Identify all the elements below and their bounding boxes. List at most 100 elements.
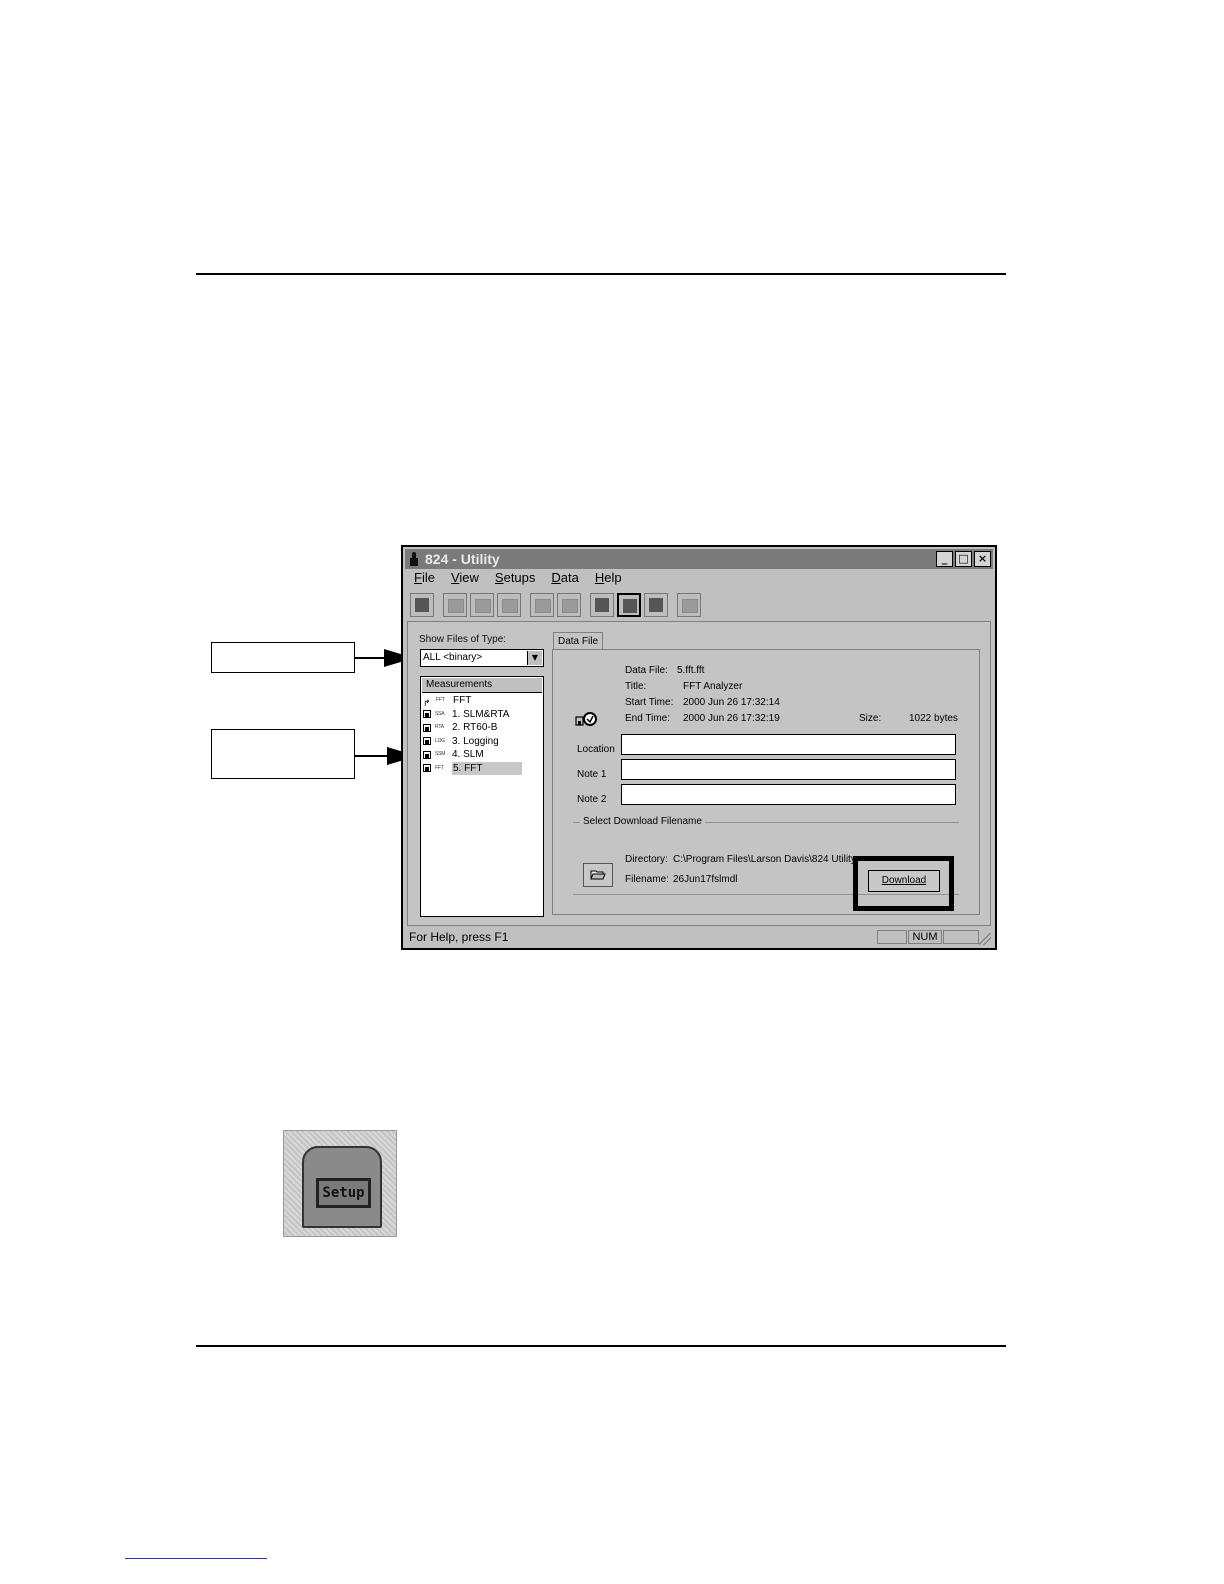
setup-icon: Setup — [283, 1130, 397, 1237]
end-time-label: End Time: — [625, 713, 671, 724]
list-item[interactable]: RTA 2. RT60-B — [421, 721, 543, 735]
menu-data[interactable]: Data — [550, 570, 579, 588]
list-item-label: 2. RT60-B — [452, 722, 498, 734]
list-item[interactable]: SSM 4. SLM — [421, 748, 543, 762]
toolbar — [410, 591, 704, 619]
title-bar[interactable]: 824 - Utility _ □ × — [405, 549, 993, 569]
client-area: Show Files of Type: ALL <binary> ▼ Measu… — [407, 621, 991, 926]
show-files-label: Show Files of Type: — [419, 634, 507, 645]
toolbar-button-6[interactable] — [557, 593, 581, 617]
meter-file-icon — [423, 737, 431, 746]
tab-data-file[interactable]: Data File — [553, 632, 603, 650]
callout-box-measurements — [211, 729, 355, 779]
file-tag: FFT — [436, 697, 445, 704]
measurements-list[interactable]: Measurements ↱ FFT FFT SSA 1. SLM&RTA RT… — [420, 676, 544, 917]
location-input[interactable] — [621, 734, 956, 755]
callout-arrow-measurements — [354, 755, 389, 757]
download-toolbar-button[interactable] — [617, 593, 641, 617]
toolbar-button-9[interactable] — [644, 593, 668, 617]
measurements-header[interactable]: Measurements — [422, 678, 542, 693]
window-title: 824 - Utility — [425, 551, 500, 567]
setup-icon-label: Setup — [316, 1178, 371, 1208]
header-rule — [196, 273, 1006, 275]
size-label: Size: — [859, 713, 882, 724]
footer-link-underline — [125, 1558, 267, 1559]
list-item-selected[interactable]: FFT 5. FFT — [421, 761, 543, 776]
browse-folder-button[interactable] — [583, 863, 613, 887]
location-label: Location — [577, 744, 615, 755]
toolbar-button-4[interactable] — [497, 593, 521, 617]
start-time-value: 2000 Jun 26 17:32:14 — [683, 697, 780, 708]
toolbar-button-10[interactable] — [677, 593, 701, 617]
toolbar-button-2[interactable] — [443, 593, 467, 617]
download-group-label: Select Download Filename — [580, 816, 705, 827]
meter-file-icon — [423, 710, 431, 719]
minimize-button[interactable]: _ — [936, 551, 953, 567]
end-time-value: 2000 Jun 26 17:32:19 — [683, 713, 780, 724]
menu-bar: File View Setups Data Help — [413, 570, 623, 588]
setup-icon-body: Setup — [302, 1146, 382, 1228]
footer-rule — [196, 1345, 1006, 1347]
dropdown-arrow-icon[interactable]: ▼ — [527, 651, 542, 665]
resize-grip-icon[interactable] — [979, 933, 991, 945]
file-tag: FFT — [435, 764, 444, 771]
connect-meter-button[interactable] — [410, 593, 434, 617]
list-item[interactable]: LOG 3. Logging — [421, 735, 543, 749]
note1-label: Note 1 — [577, 769, 607, 780]
list-item-label: 3. Logging — [452, 735, 499, 747]
start-time-label: Start Time: — [625, 697, 674, 708]
filename-label: Filename: — [625, 874, 669, 885]
arrow-curve-icon: ↱ — [423, 697, 431, 708]
file-type-select[interactable]: ALL <binary> ▼ — [420, 649, 544, 667]
menu-file[interactable]: File — [413, 570, 436, 588]
callout-box-file-type — [211, 642, 355, 673]
list-item[interactable]: ↱ FFT FFT — [421, 694, 543, 708]
download-button[interactable]: Download — [868, 870, 940, 892]
meter-file-icon — [423, 723, 431, 732]
title-label: Title: — [625, 681, 647, 692]
meter-file-icon — [423, 750, 431, 759]
data-file-panel: Data File: 5.fft.fft Title: FFT Analyzer… — [552, 649, 980, 915]
menu-view[interactable]: View — [450, 570, 480, 588]
toolbar-button-5[interactable] — [530, 593, 554, 617]
file-tag: RTA — [435, 724, 444, 731]
meter-app-icon — [409, 552, 419, 566]
menu-setups[interactable]: Setups — [494, 570, 536, 588]
file-tag: SSA — [435, 710, 445, 717]
list-item-label: FFT — [453, 695, 472, 707]
file-clock-icon — [575, 712, 597, 726]
size-value: 1022 bytes — [909, 713, 958, 724]
list-item-label: 4. SLM — [452, 749, 484, 761]
directory-value: C:\Program Files\Larson Davis\824 Utilit… — [673, 854, 856, 865]
note1-input[interactable] — [621, 759, 956, 780]
data-file-label: Data File: — [625, 665, 668, 676]
window-controls: _ □ × — [936, 551, 991, 567]
utility-window: 824 - Utility _ □ × File View Setups Dat… — [401, 545, 997, 950]
list-item-label: 1. SLM&RTA — [452, 708, 510, 720]
status-help-text: For Help, press F1 — [409, 930, 509, 944]
directory-label: Directory: — [625, 854, 668, 865]
title-value: FFT Analyzer — [683, 681, 743, 692]
setup-toolbar-button[interactable] — [590, 593, 614, 617]
meter-file-icon — [423, 764, 431, 773]
data-file-value: 5.fft.fft — [677, 665, 705, 676]
maximize-button[interactable]: □ — [955, 551, 972, 567]
status-pane-empty-2 — [943, 930, 979, 944]
toolbar-button-3[interactable] — [470, 593, 494, 617]
filename-value: 26Jun17fslmdl — [673, 874, 738, 885]
callout-arrow-file-type — [354, 657, 386, 659]
list-item[interactable]: SSA 1. SLM&RTA — [421, 708, 543, 722]
download-highlight-frame: Download — [853, 856, 954, 911]
status-bar: For Help, press F1 NUM — [405, 928, 993, 946]
file-type-value: ALL <binary> — [423, 652, 483, 663]
download-button-label: Download — [881, 875, 927, 886]
menu-help[interactable]: Help — [594, 570, 623, 588]
file-tag: SSM — [435, 751, 446, 758]
status-pane-empty — [877, 930, 907, 944]
close-button[interactable]: × — [974, 551, 991, 567]
file-tag: LOG — [435, 737, 445, 744]
note2-input[interactable] — [621, 784, 956, 805]
note2-label: Note 2 — [577, 794, 607, 805]
open-folder-icon — [590, 870, 606, 880]
status-num-indicator: NUM — [908, 930, 942, 944]
